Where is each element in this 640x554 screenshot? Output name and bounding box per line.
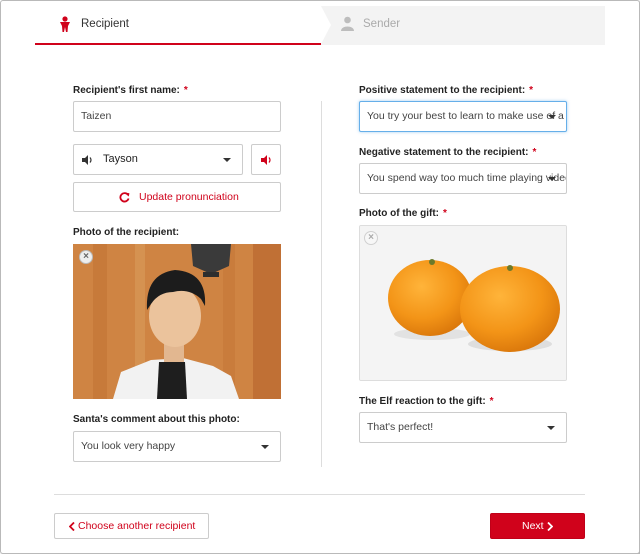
elf-reaction-label: The Elf reaction to the gift: * <box>359 396 494 407</box>
choose-another-recipient-button[interactable]: Choose another recipient <box>54 513 209 539</box>
update-pronunciation-button[interactable]: Update pronunciation <box>73 182 281 212</box>
remove-gift-photo-icon[interactable]: × <box>364 231 378 245</box>
santa-comment-select[interactable]: You look very happy <box>73 431 281 462</box>
footer-divider <box>54 494 585 495</box>
positive-statement-label: Positive statement to the recipient: * <box>359 85 534 96</box>
gift-photo: × <box>359 225 567 381</box>
next-button[interactable]: Next <box>490 513 585 539</box>
negative-statement-select[interactable]: You spend way too much time playing vide… <box>359 163 567 194</box>
negative-statement-label: Negative statement to the recipient: * <box>359 147 537 158</box>
refresh-icon <box>119 192 130 203</box>
gift-photo-label: Photo of the gift: * <box>359 208 447 219</box>
chevron-right-icon <box>547 522 553 531</box>
speaker-icon <box>261 155 271 165</box>
elf-reaction-select[interactable]: That's perfect! <box>359 412 567 443</box>
tab-recipient-label: Recipient <box>81 18 129 30</box>
positive-statement-select[interactable]: You try your best to learn to make use o… <box>359 101 567 132</box>
tab-recipient[interactable]: Recipient <box>35 6 331 45</box>
chevron-down-icon <box>548 177 556 181</box>
remove-recipient-photo-icon[interactable]: × <box>79 250 93 264</box>
santa-comment-label: Santa's comment about this photo: <box>73 414 240 425</box>
tab-sender-label: Sender <box>363 18 401 30</box>
user-icon <box>341 16 354 31</box>
elf-icon <box>60 16 70 32</box>
recipient-photo-image <box>73 244 281 399</box>
speaker-icon <box>82 155 92 165</box>
first-name-input[interactable]: Taizen <box>73 101 281 132</box>
recipient-photo-label: Photo of the recipient: <box>73 227 180 238</box>
voice-select[interactable]: Tayson <box>73 144 243 175</box>
gift-photo-image <box>360 226 566 380</box>
play-pronunciation-button[interactable] <box>251 144 281 175</box>
chevron-left-icon <box>69 522 75 531</box>
tab-sender[interactable]: Sender <box>331 6 605 45</box>
chevron-down-icon <box>261 445 269 449</box>
column-divider <box>321 101 322 467</box>
app-window: Recipient Sender Recipient's first name:… <box>0 0 640 554</box>
chevron-down-icon <box>223 158 231 162</box>
recipient-photo: × <box>73 244 281 399</box>
wizard-steps: Recipient Sender <box>35 6 605 45</box>
chevron-down-icon <box>547 426 555 430</box>
first-name-label: Recipient's first name: * <box>73 85 188 96</box>
chevron-down-icon <box>548 115 556 119</box>
